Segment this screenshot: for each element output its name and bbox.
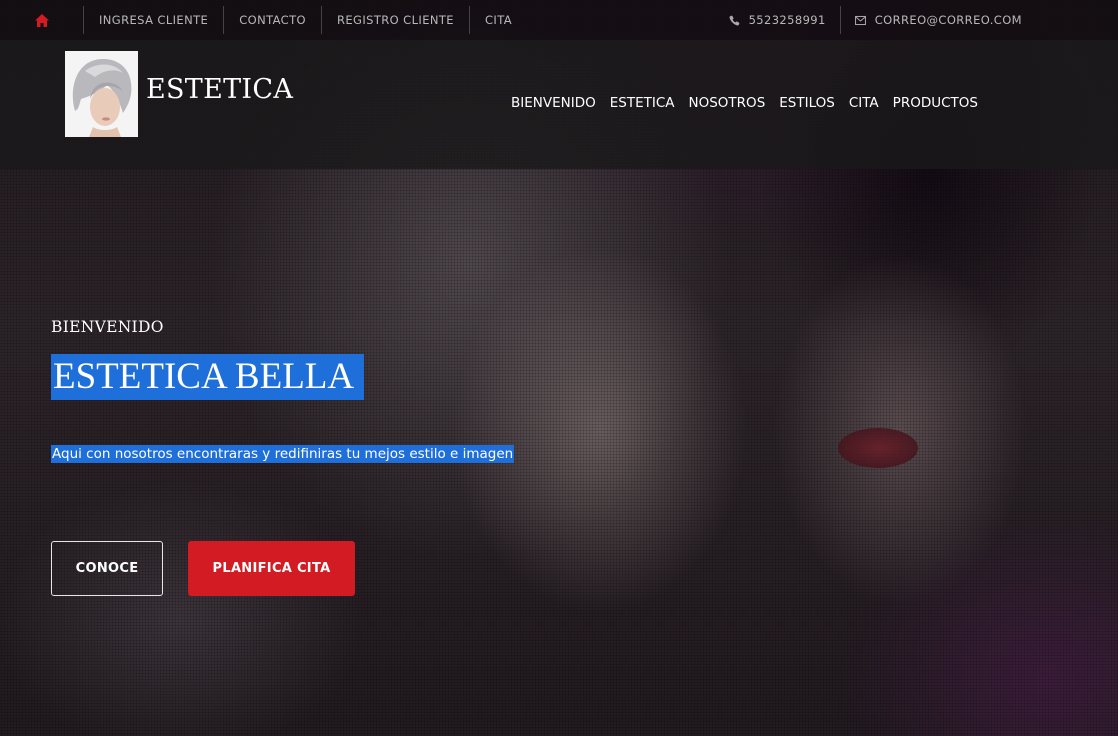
top-contact-info: 5523258991 CORREO@CORREO.COM bbox=[715, 6, 1036, 34]
planifica-cita-button[interactable]: PLANIFICA CITA bbox=[188, 541, 355, 596]
nav-item-nosotros[interactable]: NOSOTROS bbox=[689, 95, 766, 111]
email-address[interactable]: CORREO@CORREO.COM bbox=[875, 13, 1022, 27]
nav-item-estetica[interactable]: ESTETICA bbox=[610, 95, 675, 111]
email-contact: CORREO@CORREO.COM bbox=[841, 6, 1036, 34]
top-link-registro-cliente[interactable]: REGISTRO CLIENTE bbox=[322, 6, 470, 34]
phone-icon bbox=[729, 15, 739, 26]
main-header: ESTETICA BIENVENIDO ESTETICA NOSOTROS ES… bbox=[0, 40, 1118, 169]
hero-title: ESTETICA BELLA bbox=[51, 354, 365, 400]
nav-item-bienvenido[interactable]: BIENVENIDO bbox=[511, 95, 596, 111]
top-bar: INGRESA CLIENTE CONTACTO REGISTRO CLIENT… bbox=[0, 0, 1118, 40]
hair-model-icon bbox=[65, 51, 138, 137]
home-icon bbox=[34, 13, 49, 27]
phone-number: 5523258991 bbox=[748, 13, 826, 27]
brand-name[interactable]: ESTETICA bbox=[146, 74, 293, 105]
hero-subtitle: Aqui con nosotros encontraras y redifini… bbox=[51, 445, 515, 463]
top-link-contacto[interactable]: CONTACTO bbox=[224, 6, 322, 34]
top-link-cita[interactable]: CITA bbox=[470, 6, 527, 34]
home-link[interactable] bbox=[0, 6, 84, 34]
hero-eyebrow: BIENVENIDO bbox=[51, 318, 164, 336]
nav-item-estilos[interactable]: ESTILOS bbox=[779, 95, 835, 111]
phone-contact: 5523258991 bbox=[715, 6, 841, 34]
logo-image[interactable] bbox=[65, 51, 138, 137]
nav-item-productos[interactable]: PRODUCTOS bbox=[893, 95, 978, 111]
nav-item-cita[interactable]: CITA bbox=[849, 95, 879, 111]
conoce-button[interactable]: CONOCE bbox=[51, 541, 163, 596]
top-link-ingresa-cliente[interactable]: INGRESA CLIENTE bbox=[84, 6, 225, 34]
main-nav: BIENVENIDO ESTETICA NOSOTROS ESTILOS CIT… bbox=[511, 95, 992, 111]
envelope-icon bbox=[854, 15, 866, 25]
